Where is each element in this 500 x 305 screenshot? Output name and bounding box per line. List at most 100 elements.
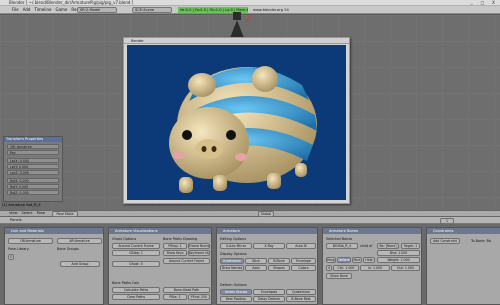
lamp-object[interactable] bbox=[222, 12, 252, 38]
armature-panel: Armature Editing Options X-Axis Mirror X… bbox=[216, 227, 318, 305]
keyframe-nums-toggle[interactable]: Keyframe Nums bbox=[188, 250, 210, 256]
render-window[interactable]: Render bbox=[123, 37, 350, 204]
quaternion-toggle[interactable]: Quaternion bbox=[286, 289, 316, 295]
screen-selector[interactable]: SR:2-Model bbox=[77, 7, 117, 13]
scene-selector[interactable]: SCE:Scene bbox=[132, 7, 172, 13]
envelopes-toggle[interactable]: Envelopes bbox=[253, 289, 285, 295]
hide-toggle[interactable]: Hide bbox=[363, 257, 375, 263]
menu-game[interactable]: Game bbox=[53, 6, 69, 14]
bone-name-field[interactable]: BO:Bat_R_4 bbox=[326, 243, 358, 249]
octahedron-option[interactable]: Octahedron bbox=[220, 258, 244, 264]
menu-file[interactable]: File bbox=[10, 6, 21, 14]
view-menu[interactable]: View bbox=[9, 210, 18, 217]
bone-paths-drawing-label: Bone Paths Drawing bbox=[163, 237, 198, 241]
rotz-field[interactable]: RotZ: 0.000 bbox=[7, 190, 59, 195]
bone-head-path-toggle[interactable]: Bone-Head Path bbox=[163, 287, 210, 293]
menu-add[interactable]: Add bbox=[21, 6, 33, 14]
bones-panel-title: Armature Bones bbox=[323, 228, 421, 234]
ghost-options-label: Ghost Options bbox=[112, 237, 137, 241]
armature-panel-title: Armature bbox=[217, 228, 317, 234]
pose-library-number[interactable]: 0 bbox=[8, 254, 14, 260]
x-axis-mirror-toggle[interactable]: X-Axis Mirror bbox=[220, 243, 252, 249]
transform-properties-panel[interactable]: Transform Properties OB: Armature Par: L… bbox=[3, 136, 63, 202]
link-panel-title: Link and Materials bbox=[5, 228, 103, 234]
to-bone-label: To Bone: Ba bbox=[471, 239, 491, 243]
deform-options-label: Deform Options bbox=[220, 283, 247, 287]
rest-position-toggle[interactable]: Rest Position bbox=[220, 296, 252, 302]
add-group-button[interactable]: Add Group bbox=[60, 261, 100, 267]
pose-menu[interactable]: Pose bbox=[37, 210, 45, 217]
frame-nums-toggle[interactable]: Frame Nums bbox=[188, 243, 210, 249]
bbone-rest-toggle[interactable]: B-Bone Rest bbox=[286, 296, 316, 302]
dist-field[interactable]: Dist: 1.000 bbox=[377, 250, 420, 256]
path-end-field[interactable]: PEnd: 250 bbox=[188, 294, 210, 300]
buttons-header-menus: Panels bbox=[10, 217, 22, 224]
parent-field[interactable]: Par: bbox=[7, 150, 59, 155]
ghost-step-field[interactable]: GStep: 1 bbox=[112, 250, 160, 256]
path-step-field[interactable]: PStep: 1 bbox=[163, 243, 187, 249]
shapes-toggle[interactable]: Shapes bbox=[268, 265, 290, 271]
segments-field[interactable]: Segm: 1 bbox=[401, 243, 420, 249]
ctrl-field[interactable]: Ctrl: 1.000 bbox=[333, 265, 359, 271]
bone-groups-label: Bone Groups bbox=[57, 247, 79, 251]
deform-toggle[interactable]: Deform bbox=[337, 257, 351, 263]
locz-field[interactable]: LocZ: 0.000 bbox=[7, 170, 59, 175]
armature-bones-panel: Armature Bones Selected Bones BO:Bat_R_4… bbox=[322, 227, 422, 305]
calculate-paths-button[interactable]: Calculate Paths bbox=[112, 287, 160, 293]
transform-panel-title: Transform Properties bbox=[4, 137, 62, 142]
envelope-option[interactable]: Envelope bbox=[291, 258, 316, 264]
render-window-title: Render bbox=[124, 38, 349, 44]
ghost-around-button[interactable]: Around Current Frame bbox=[112, 243, 160, 249]
ghost-count-field[interactable]: Ghost: 0 bbox=[112, 261, 160, 267]
scale-toggle[interactable]: S bbox=[326, 265, 332, 271]
add-constraint-button[interactable]: Add Constraint bbox=[430, 238, 460, 244]
bone-paths-calc-label: Bone Paths Calc bbox=[112, 281, 140, 285]
show-bone-button[interactable]: Show Bone bbox=[326, 273, 352, 279]
paths-around-button[interactable]: Around Current Frame bbox=[163, 258, 210, 264]
path-start-field[interactable]: PSta: 1 bbox=[163, 294, 187, 300]
child-of-label: child of bbox=[360, 244, 373, 248]
panels-menu[interactable]: Panels bbox=[10, 217, 22, 224]
selected-bones-label: Selected Bones bbox=[326, 237, 353, 241]
pig-render bbox=[169, 66, 317, 193]
stick-option[interactable]: Stick bbox=[245, 258, 267, 264]
object-name-field[interactable]: OB: Armature bbox=[7, 144, 59, 149]
pose-library-label: Pose Library bbox=[8, 247, 29, 251]
axes-toggle[interactable]: Axes bbox=[245, 265, 267, 271]
website-label: www.blender.org 245 bbox=[250, 7, 290, 13]
menu-timeline[interactable]: Timeline bbox=[32, 6, 53, 14]
roty-field[interactable]: RotY: 0.000 bbox=[7, 184, 59, 189]
viewport-object-info: (1) Armature Bat_R_4 bbox=[2, 203, 41, 207]
vis-panel-title: Armature Visualizations bbox=[109, 228, 211, 234]
link-materials-panel: Link and Materials OB:Armature AR:Armatu… bbox=[4, 227, 104, 305]
armature-visualizations-panel: Armature Visualizations Ghost Options Bo… bbox=[108, 227, 212, 305]
mult-toggle[interactable]: Mult bbox=[352, 257, 362, 263]
editing-options-label: Editing Options bbox=[220, 237, 246, 241]
display-options-label: Display Options bbox=[220, 252, 247, 256]
rotx-field[interactable]: RotX: 0.000 bbox=[7, 178, 59, 183]
in-field[interactable]: In: 1.000 bbox=[360, 265, 390, 271]
locy-field[interactable]: LocY: 0.000 bbox=[7, 164, 59, 169]
vertex-groups-toggle[interactable]: Vertex Groups bbox=[220, 289, 252, 295]
parent-bone-selector[interactable]: Bo: [None] bbox=[377, 243, 399, 249]
weight-field[interactable]: Weight: 1.000 bbox=[377, 257, 420, 263]
locx-field[interactable]: LocX: 0.000 bbox=[7, 158, 59, 163]
3d-view-menus: View Select Pose bbox=[9, 210, 45, 217]
render-image bbox=[127, 45, 346, 200]
buttons-header bbox=[0, 217, 500, 224]
clear-paths-button[interactable]: Clear Paths bbox=[112, 294, 160, 300]
auto-ik-toggle[interactable]: Auto IK bbox=[286, 243, 316, 249]
delay-deform-toggle[interactable]: Delay Deform bbox=[253, 296, 285, 302]
colors-toggle[interactable]: Colors bbox=[291, 265, 316, 271]
bbone-option[interactable]: B-Bone bbox=[268, 258, 290, 264]
constraints-panel: Constraints Add Constraint To Bone: Ba bbox=[426, 227, 500, 305]
draw-names-toggle[interactable]: Draw Names bbox=[220, 265, 244, 271]
out-field[interactable]: Out: 1.000 bbox=[391, 265, 420, 271]
select-menu[interactable]: Select bbox=[22, 210, 33, 217]
armature-link-field[interactable]: AR:Armature bbox=[57, 238, 102, 244]
constraints-panel-title: Constraints bbox=[427, 228, 500, 234]
show-keys-toggle[interactable]: Show Keys bbox=[163, 250, 187, 256]
object-link-field[interactable]: OB:Armature bbox=[8, 238, 53, 244]
hinge-toggle[interactable]: Hinge bbox=[326, 257, 336, 263]
x-ray-toggle[interactable]: X-Ray bbox=[253, 243, 285, 249]
